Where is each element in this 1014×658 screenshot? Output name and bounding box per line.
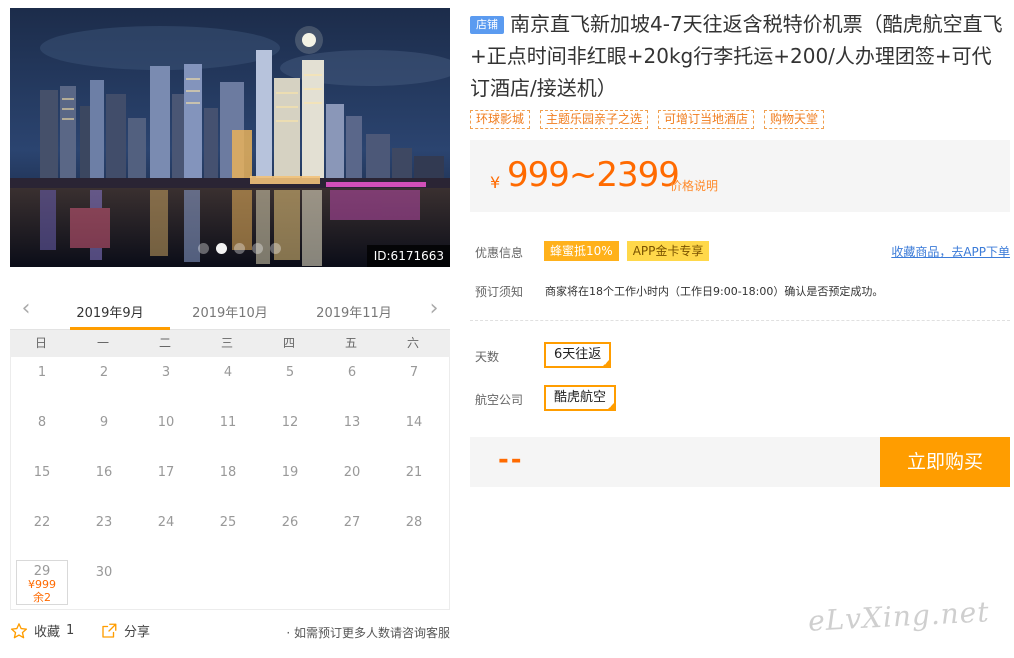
- feature-tag: 购物天堂: [764, 110, 825, 129]
- day-price: ¥999: [28, 578, 56, 591]
- shop-badge[interactable]: 店铺: [470, 16, 504, 34]
- total-price: --: [498, 445, 524, 475]
- price-box: ¥ 999~2399 价格说明: [470, 140, 1010, 212]
- calendar-day: 21: [405, 465, 423, 480]
- notice-label: 预订须知: [475, 285, 524, 299]
- weekday-label: 日: [34, 336, 47, 350]
- feature-tag: 环球影城: [470, 110, 531, 129]
- notice-text: 商家将在18个工作小时内（工作日9:00-18:00）确认是否预定成功。: [545, 285, 884, 298]
- discount-label: 优惠信息: [475, 246, 524, 260]
- days-label: 天数: [475, 350, 500, 364]
- share-button[interactable]: 分享: [100, 621, 150, 640]
- calendar-day: 5: [285, 365, 295, 380]
- calendar-day: 17: [157, 465, 175, 480]
- date-calendar: ‹ 2019年9月 2019年10月 2019年11月 › 日 一 二 三 四 …: [10, 292, 450, 610]
- share-label: 分享: [124, 625, 151, 640]
- calendar-day: 26: [281, 515, 299, 530]
- weekday-label: 六: [406, 336, 419, 350]
- share-icon: [102, 623, 117, 638]
- calendar-day: 3: [161, 365, 171, 380]
- airline-label: 航空公司: [475, 393, 524, 407]
- tab-month-sep[interactable]: 2019年9月: [50, 302, 170, 330]
- calendar-day: 16: [95, 465, 113, 480]
- days-option-label: 6天往返: [554, 347, 602, 362]
- month-selector: ‹ 2019年9月 2019年10月 2019年11月 ›: [10, 292, 450, 330]
- currency-symbol: ¥: [490, 173, 501, 192]
- calendar-day-grid: 1 2 3 4 5 6 7 8 9 10 11 12 13 14 15 16 1…: [10, 357, 450, 610]
- discount-badges: 蜂蜜抵10% APP金卡专享: [544, 241, 710, 261]
- calendar-day: 13: [343, 415, 361, 430]
- discount-badge-honey: 蜂蜜抵10%: [544, 241, 619, 261]
- image-id-label: ID:6171663: [366, 245, 450, 267]
- calendar-day: 19: [281, 465, 299, 480]
- calendar-day: 18: [219, 465, 237, 480]
- weekday-label: 五: [344, 336, 357, 350]
- carousel-dot[interactable]: [234, 243, 245, 254]
- calendar-day: 11: [219, 415, 237, 430]
- tab-month-oct[interactable]: 2019年10月: [170, 302, 290, 321]
- weekday-label: 四: [282, 336, 295, 350]
- calendar-day: 22: [33, 515, 51, 530]
- days-option-selected[interactable]: 6天往返 ✓: [544, 342, 612, 368]
- check-icon: ✓: [603, 359, 610, 367]
- calendar-day: 4: [223, 365, 233, 380]
- calendar-day: 8: [37, 415, 47, 430]
- calendar-day-available[interactable]: 29 ¥999 余2: [16, 560, 68, 605]
- favorite-button[interactable]: 收藏 1: [10, 621, 74, 640]
- product-title-text: 南京直飞新加坡4-7天往返含税特价机票（酷虎航空直飞+正点时间非红眼+20kg行…: [470, 12, 1003, 100]
- carousel-dot[interactable]: [198, 243, 209, 254]
- product-title: 店铺 南京直飞新加坡4-7天往返含税特价机票（酷虎航空直飞+正点时间非红眼+20k…: [470, 8, 1010, 104]
- price-range: 999~2399: [507, 155, 680, 195]
- weekday-label: 一: [96, 336, 109, 350]
- calendar-day: 1: [37, 365, 47, 380]
- day-remaining: 余2: [33, 591, 51, 604]
- carousel-dot[interactable]: [252, 243, 263, 254]
- airline-option-label: 酷虎航空: [554, 390, 607, 405]
- carousel-dot[interactable]: [270, 243, 281, 254]
- prev-month-chevron-icon[interactable]: ‹: [16, 296, 36, 322]
- weekday-label: 二: [158, 336, 171, 350]
- calendar-day: 20: [343, 465, 361, 480]
- feature-tags: 环球影城 主题乐园亲子之选 可增订当地酒店 购物天堂: [470, 110, 825, 129]
- calendar-day: 9: [99, 415, 109, 430]
- singapore-skyline-image: [10, 8, 450, 267]
- carousel-dot-active[interactable]: [216, 243, 227, 254]
- weekday-header: 日 一 二 三 四 五 六: [10, 330, 450, 357]
- feature-tag: 可增订当地酒店: [658, 110, 755, 129]
- calendar-day: 25: [219, 515, 237, 530]
- discount-badge-app-gold: APP金卡专享: [626, 241, 710, 261]
- calendar-day: 14: [405, 415, 423, 430]
- star-icon: [10, 622, 28, 638]
- app-order-link[interactable]: 收藏商品，去APP下单: [891, 243, 1010, 260]
- buy-now-button[interactable]: 立即购买: [880, 437, 1010, 487]
- next-month-chevron-icon[interactable]: ›: [424, 296, 444, 322]
- product-photo[interactable]: ID:6171663: [10, 8, 450, 267]
- section-divider: [470, 320, 1010, 321]
- calendar-day: 30: [95, 565, 113, 580]
- check-icon: ✓: [608, 402, 615, 410]
- price-explain-link[interactable]: 价格说明: [670, 177, 718, 194]
- calendar-day: 24: [157, 515, 175, 530]
- total-price-bar: --: [470, 437, 880, 487]
- site-watermark: eLvXing.net: [807, 595, 991, 638]
- calendar-day: 23: [95, 515, 113, 530]
- favorite-label: 收藏: [34, 625, 61, 640]
- calendar-day: 7: [409, 365, 419, 380]
- calendar-day: 28: [405, 515, 423, 530]
- favorite-count: 1: [66, 623, 75, 638]
- calendar-day: 27: [343, 515, 361, 530]
- calendar-day: 12: [281, 415, 299, 430]
- calendar-day: 6: [347, 365, 357, 380]
- group-booking-hint: · 如需预订更多人数请咨询客服: [286, 626, 450, 640]
- airline-option-selected[interactable]: 酷虎航空 ✓: [544, 385, 617, 411]
- calendar-day: 10: [157, 415, 175, 430]
- feature-tag: 主题乐园亲子之选: [540, 110, 649, 129]
- carousel-dots: [198, 243, 281, 254]
- tab-month-nov[interactable]: 2019年11月: [294, 302, 414, 321]
- calendar-day: 15: [33, 465, 51, 480]
- weekday-label: 三: [220, 336, 233, 350]
- day-number: 29: [33, 564, 51, 579]
- action-footer: 收藏 1 分享 · 如需预订更多人数请咨询客服: [10, 618, 450, 644]
- calendar-day: 2: [99, 365, 109, 380]
